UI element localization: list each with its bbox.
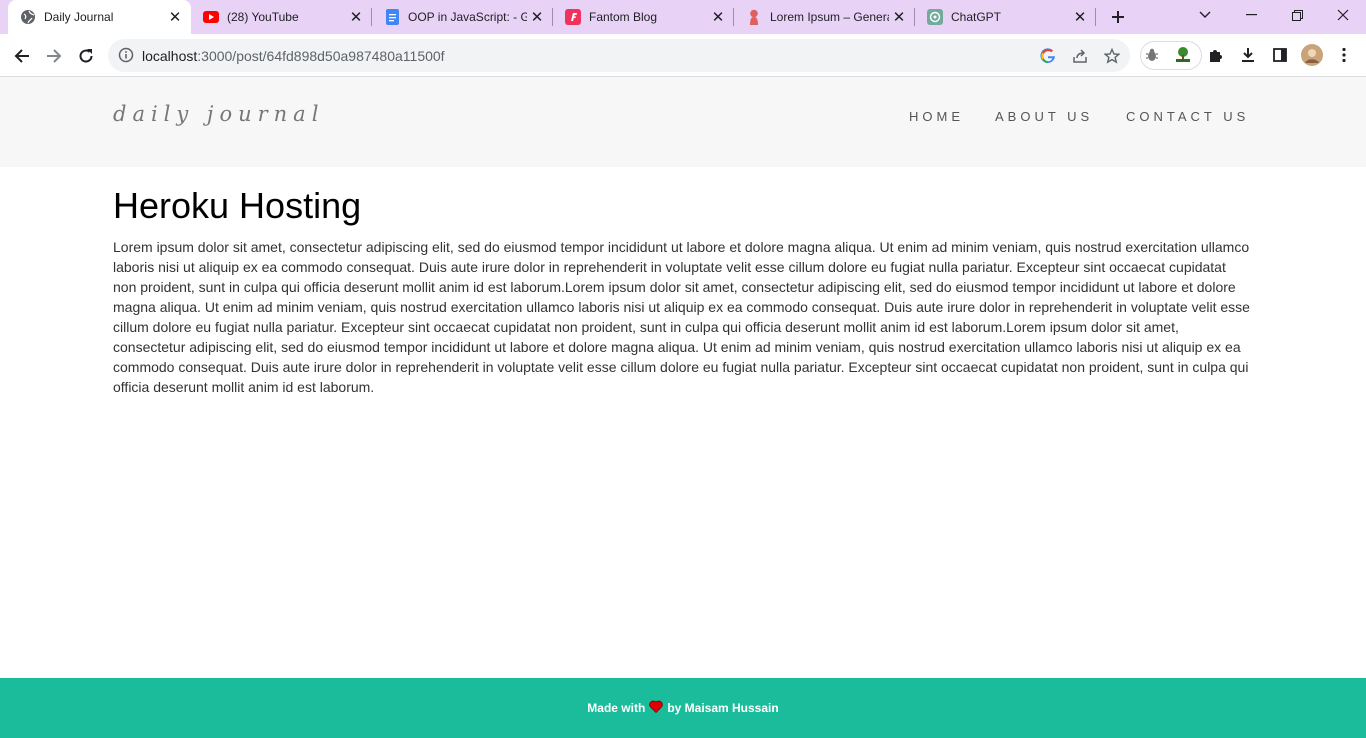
footer-made-with: Made with xyxy=(587,701,646,715)
url-path: :3000/post/64fd898d50a987480a11500f xyxy=(197,48,445,64)
youtube-icon xyxy=(203,9,219,25)
minimize-icon[interactable] xyxy=(1228,0,1274,30)
back-arrow-icon[interactable] xyxy=(8,42,36,70)
tab-strip: Daily Journal ✕ (28) YouTube ✕ OOP in Ja… xyxy=(0,0,1366,34)
tab-oop-javascript[interactable]: OOP in JavaScript: - G ✕ xyxy=(372,0,553,34)
profile-avatar[interactable] xyxy=(1301,44,1323,66)
url-host: localhost xyxy=(142,48,198,64)
address-bar[interactable]: localhost:3000/post/64fd898d50a987480a11… xyxy=(108,39,1130,72)
close-tab-icon[interactable]: ✕ xyxy=(346,7,366,27)
forward-arrow-icon[interactable] xyxy=(40,42,68,70)
tab-title: (28) YouTube xyxy=(227,10,299,24)
download-icon[interactable] xyxy=(1237,44,1259,66)
bookmark-star-icon[interactable] xyxy=(1101,45,1123,67)
close-window-icon[interactable] xyxy=(1320,0,1366,30)
tab-title: Lorem Ipsum – Genera xyxy=(770,10,889,24)
close-tab-icon[interactable]: ✕ xyxy=(1070,7,1090,27)
bug-extension-icon[interactable] xyxy=(1141,44,1163,66)
tab-chatgpt[interactable]: ChatGPT ✕ xyxy=(915,0,1096,34)
tab-title: Daily Journal xyxy=(44,10,114,24)
reload-icon[interactable] xyxy=(72,42,100,70)
footer-author: by Maisam Hussain xyxy=(667,701,779,715)
tab-daily-journal[interactable]: Daily Journal ✕ xyxy=(8,0,191,34)
url-text: localhost:3000/post/64fd898d50a987480a11… xyxy=(142,48,445,64)
post-body: Lorem ipsum dolor sit amet, consectetur … xyxy=(113,239,1250,395)
heart-icon xyxy=(649,700,664,716)
browser-toolbar: localhost:3000/post/64fd898d50a987480a11… xyxy=(0,34,1366,77)
share-icon[interactable] xyxy=(1069,45,1091,67)
tab-fantom-blog[interactable]: Fantom Blog ✕ xyxy=(553,0,734,34)
tree-extension-icon[interactable] xyxy=(1172,44,1194,66)
chatgpt-icon xyxy=(927,9,943,25)
site-footer: Made with by Maisam Hussain xyxy=(0,678,1366,738)
side-panel-icon[interactable] xyxy=(1269,44,1291,66)
tab-separator xyxy=(1095,8,1096,26)
close-tab-icon[interactable]: ✕ xyxy=(889,7,909,27)
nav-about-us[interactable]: ABOUT US xyxy=(995,109,1093,124)
post-title: Heroku Hosting xyxy=(113,185,362,226)
site-info-icon[interactable] xyxy=(118,47,134,63)
tab-search-chevron-icon[interactable] xyxy=(1182,0,1228,30)
fantom-icon xyxy=(565,9,581,25)
close-tab-icon[interactable]: ✕ xyxy=(527,7,547,27)
nav-home[interactable]: HOME xyxy=(909,109,964,124)
tab-title: ChatGPT xyxy=(951,10,1002,24)
google-lens-icon[interactable] xyxy=(1037,45,1059,67)
close-tab-icon[interactable]: ✕ xyxy=(165,7,185,27)
close-tab-icon[interactable]: ✕ xyxy=(708,7,728,27)
tab-title: OOP in JavaScript: - G xyxy=(408,10,527,24)
extensions-puzzle-icon[interactable] xyxy=(1205,44,1227,66)
tab-youtube[interactable]: (28) YouTube ✕ xyxy=(191,0,372,34)
site-brand[interactable]: daily journal xyxy=(113,102,324,126)
site-header: daily journal HOME ABOUT US CONTACT US xyxy=(0,77,1366,167)
restore-icon[interactable] xyxy=(1274,0,1320,30)
more-menu-icon[interactable] xyxy=(1333,44,1355,66)
globe-icon xyxy=(20,9,36,25)
tab-title: Fantom Blog xyxy=(589,10,658,24)
lorem-ipsum-icon xyxy=(746,9,762,25)
google-docs-icon xyxy=(384,9,400,25)
new-tab-icon[interactable] xyxy=(1106,5,1130,29)
tab-lorem-ipsum[interactable]: Lorem Ipsum – Genera ✕ xyxy=(734,0,915,34)
nav-contact-us[interactable]: CONTACT US xyxy=(1126,109,1249,124)
